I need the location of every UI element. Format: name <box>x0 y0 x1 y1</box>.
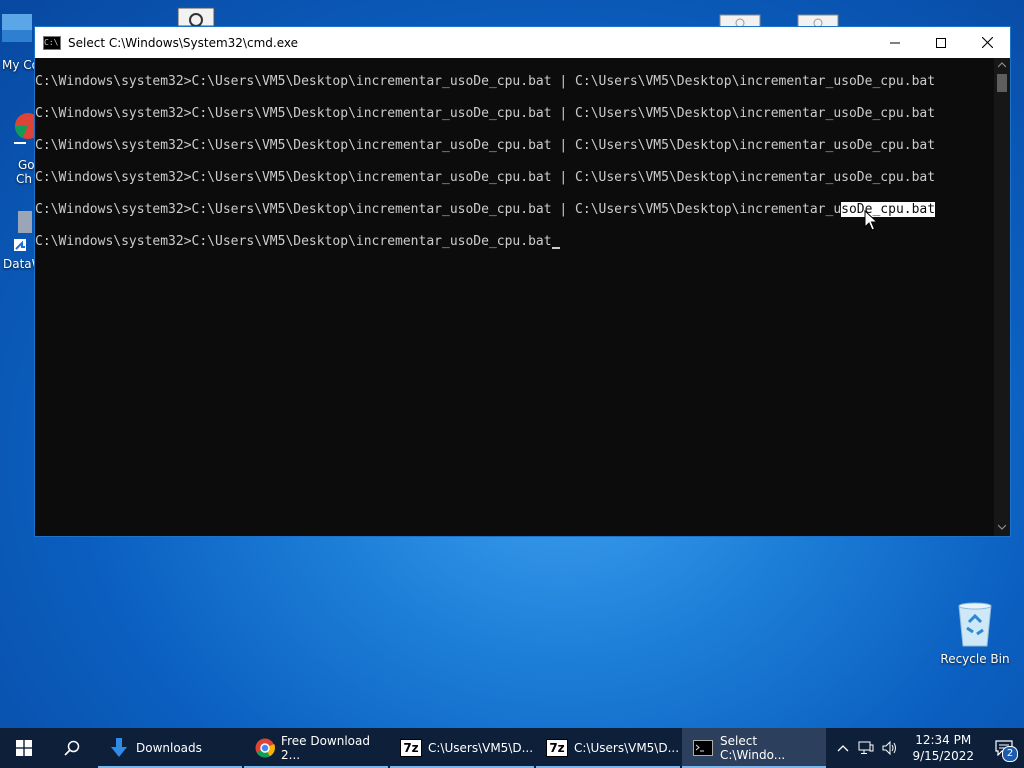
app-shortcut-icon <box>14 211 32 251</box>
scroll-up-button[interactable] <box>994 58 1010 74</box>
taskbar-item-downloads[interactable]: Downloads <box>98 728 242 768</box>
start-button[interactable] <box>0 728 48 768</box>
console-text: C:\Windows\system32>C:\Users\VM5\Desktop… <box>35 202 842 217</box>
window-title: Select C:\Windows\System32\cmd.exe <box>68 35 298 50</box>
settings-file-icon <box>719 14 761 28</box>
cmd-window[interactable]: C:\ Select C:\Windows\System32\cmd.exe C… <box>34 26 1011 537</box>
desktop-icon-label: Go <box>18 158 35 172</box>
desktop-file-icon[interactable] <box>718 13 762 28</box>
desktop-icon-recycle-bin[interactable]: Recycle Bin <box>940 600 1010 666</box>
chevron-up-icon <box>838 745 849 752</box>
7zip-icon: 7z <box>400 737 422 759</box>
clock-time: 12:34 PM <box>915 733 972 747</box>
desktop-icon-datawarp[interactable]: DataW <box>0 205 44 271</box>
7zip-icon: 7z <box>546 737 568 759</box>
taskbar-item-label: C:\Users\VM5\D... <box>428 741 534 755</box>
taskbar-item-label: Free Download 2... <box>281 734 370 762</box>
close-icon <box>981 37 993 48</box>
scroll-down-button[interactable] <box>994 520 1010 536</box>
taskbar-clock[interactable]: 12:34 PM 9/15/2022 <box>912 732 974 764</box>
console-prompt-line: C:\Windows\system32>C:\Users\VM5\Desktop… <box>35 234 560 250</box>
search-icon <box>64 740 80 756</box>
minimize-button[interactable] <box>872 27 918 58</box>
action-center-button[interactable]: 2 <box>984 728 1024 768</box>
taskbar-item-chrome[interactable]: Free Download 2... <box>244 728 388 768</box>
desktop-icon-label: Ch <box>16 172 32 186</box>
taskbar-item-label: C:\Users\VM5\D... <box>574 741 680 755</box>
console-line-selected: C:\Windows\system32>C:\Users\VM5\Desktop… <box>35 202 936 218</box>
taskbar-item-7zip-2[interactable]: 7z C:\Users\VM5\D... <box>536 728 680 768</box>
close-button[interactable] <box>964 27 1010 58</box>
maximize-button[interactable] <box>918 27 964 58</box>
cmd-icon: C:\ <box>43 35 61 50</box>
text-selection[interactable]: soDe_cpu.bat <box>841 202 936 217</box>
taskbar-item-label: Downloads <box>136 741 202 755</box>
desktop-icon-label: Recycle Bin <box>940 652 1010 666</box>
settings-file-icon <box>797 14 839 28</box>
taskbar-item-label: Select C:\Windo... <box>720 734 786 762</box>
system-tray: 12:34 PM 9/15/2022 2 <box>832 728 1024 768</box>
network-button[interactable] <box>854 728 878 768</box>
vertical-scrollbar[interactable] <box>994 58 1010 536</box>
speaker-icon <box>882 741 897 755</box>
console-line: C:\Windows\system32>C:\Users\VM5\Desktop… <box>35 170 936 185</box>
maximize-icon <box>936 37 946 48</box>
windows-logo-icon <box>16 740 32 756</box>
download-arrow-icon <box>108 737 130 759</box>
search-button[interactable] <box>48 728 96 768</box>
desktop-icon-google-chrome[interactable]: Go Ch <box>0 108 41 186</box>
console-line: C:\Windows\system32>C:\Users\VM5\Desktop… <box>35 106 936 121</box>
text-cursor <box>551 247 560 249</box>
taskbar: Downloads Free Download 2... 7z C:\Users… <box>0 728 1024 768</box>
scroll-thumb[interactable] <box>997 74 1007 92</box>
taskbar-item-7zip-1[interactable]: 7z C:\Users\VM5\D... <box>390 728 534 768</box>
chevron-down-icon <box>997 524 1007 530</box>
desktop-file-icon[interactable] <box>796 13 840 28</box>
minimize-icon <box>890 42 900 43</box>
console-line: C:\Windows\system32>C:\Users\VM5\Desktop… <box>35 74 936 89</box>
window-titlebar[interactable]: C:\ Select C:\Windows\System32\cmd.exe <box>35 27 1010 58</box>
notification-count-badge: 2 <box>1002 746 1018 762</box>
show-hidden-icons-button[interactable] <box>832 728 854 768</box>
clock-date: 9/15/2022 <box>912 749 974 763</box>
desktop-icon-my-computer[interactable]: My Co <box>0 8 39 72</box>
mouse-pointer-icon <box>864 210 878 231</box>
file-icon <box>177 7 215 27</box>
network-icon <box>858 741 874 754</box>
console-prompt: C:\Windows\system32>C:\Users\VM5\Desktop… <box>35 234 552 249</box>
console-line: C:\Windows\system32>C:\Users\VM5\Desktop… <box>35 138 936 153</box>
chevron-up-icon <box>997 62 1007 68</box>
chrome-icon <box>14 113 41 144</box>
cmd-icon <box>692 737 714 759</box>
console-output[interactable]: C:\Windows\system32>C:\Users\VM5\Desktop… <box>35 58 994 536</box>
recycle-bin-icon <box>958 602 992 647</box>
folder-icon <box>2 14 32 42</box>
volume-button[interactable] <box>878 728 902 768</box>
taskbar-item-cmd[interactable]: Select C:\Windo... <box>682 728 826 768</box>
chrome-icon <box>254 737 275 759</box>
desktop-file-icon[interactable] <box>176 6 216 27</box>
